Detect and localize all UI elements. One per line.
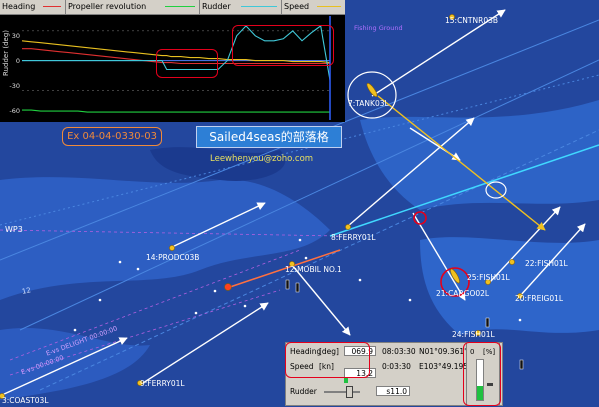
annotation-box [285,342,370,378]
time-elapsed: 08:03:30 [382,347,416,356]
target-label[interactable]: 7:TANK03L [348,99,389,108]
email-watermark: Leewhenyou@zoho.com [210,154,314,164]
blog-watermark: Sailed4seas的部落格 [196,126,342,148]
time-remaining: 0:03:30 [382,362,411,371]
annotation-box [156,49,218,78]
rudder-label: Rudder [290,387,317,396]
shallow-area [0,177,330,300]
exercise-label: Ex 04-04-0330-03 [62,127,162,146]
target-label[interactable]: 15:CNTNR03B [445,16,498,25]
latitude: N01°09.361' [419,347,467,356]
target-label[interactable]: 12:MOBIL NO.1 [285,265,342,274]
target-label[interactable]: 9:FERRY01L [140,379,185,388]
target-label[interactable]: 3:COAST03L [2,396,49,405]
target-label[interactable]: 25:FISH01L [467,273,510,282]
longitude: E103°49.195 [419,362,469,371]
propeller-series-line [22,109,330,113]
deep-area [150,147,286,181]
waypoint-label: WP3 [5,225,23,234]
target-label[interactable]: 8:FERRY01L [331,233,376,242]
rudder-slider-thumb[interactable] [346,386,353,398]
rudder-slider-track[interactable] [324,391,360,393]
area-label: Fishing Ground [354,24,403,32]
vector-arrow [142,302,269,384]
vector-arrow [291,264,351,336]
shallow-area [420,237,599,335]
target-label[interactable]: 22:FISH01L [525,259,568,268]
target-label[interactable]: 14:PRODC03B [146,253,199,262]
target-label[interactable]: 24:FISH01L [452,330,495,339]
rudder-value: s11.0 [376,386,410,396]
target-label[interactable]: 21:CARGO02L [436,289,489,298]
annotation-box [463,342,501,406]
target-label[interactable]: 20:FREIG01L [515,294,563,303]
annotation-box [232,25,334,66]
